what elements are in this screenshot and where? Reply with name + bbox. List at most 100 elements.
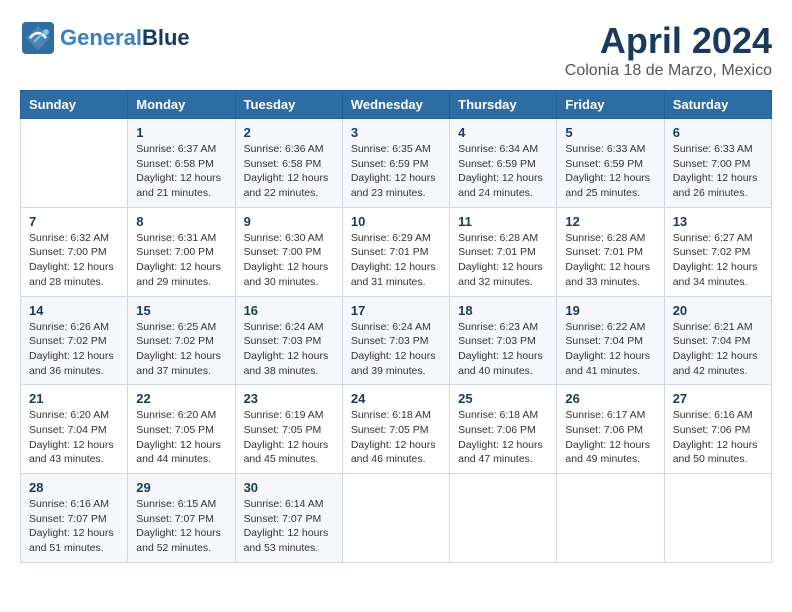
page-header: GeneralBlue April 2024 Colonia 18 de Mar… — [20, 20, 772, 80]
weekday-header-thursday: Thursday — [450, 91, 557, 119]
calendar-week-row: 7 Sunrise: 6:32 AM Sunset: 7:00 PM Daylig… — [21, 207, 772, 296]
day-number: 1 — [136, 125, 226, 140]
day-info: Sunrise: 6:18 AM Sunset: 7:06 PM Dayligh… — [458, 408, 548, 467]
calendar-cell: 28 Sunrise: 6:16 AM Sunset: 7:07 PM Dayli… — [21, 474, 128, 563]
calendar-cell: 14 Sunrise: 6:26 AM Sunset: 7:02 PM Dayli… — [21, 296, 128, 385]
day-info: Sunrise: 6:32 AM Sunset: 7:00 PM Dayligh… — [29, 231, 119, 290]
weekday-header-saturday: Saturday — [664, 91, 771, 119]
calendar-cell: 24Sunrise: 6:18 AM Sunset: 7:05 PM Dayli… — [342, 385, 449, 474]
calendar-cell: 21 Sunrise: 6:20 AM Sunset: 7:04 PM Dayli… — [21, 385, 128, 474]
day-info: Sunrise: 6:20 AM Sunset: 7:05 PM Dayligh… — [136, 408, 226, 467]
calendar-cell: 19 Sunrise: 6:22 AM Sunset: 7:04 PM Dayli… — [557, 296, 664, 385]
day-info: Sunrise: 6:33 AM Sunset: 7:00 PM Dayligh… — [673, 142, 763, 201]
day-info: Sunrise: 6:17 AM Sunset: 7:06 PM Dayligh… — [565, 408, 655, 467]
day-info: Sunrise: 6:24 AM Sunset: 7:03 PM Dayligh… — [244, 320, 334, 379]
day-info: Sunrise: 6:36 AM Sunset: 6:58 PM Dayligh… — [244, 142, 334, 201]
calendar-cell: 25 Sunrise: 6:18 AM Sunset: 7:06 PM Dayli… — [450, 385, 557, 474]
calendar-cell: 17Sunrise: 6:24 AM Sunset: 7:03 PM Dayli… — [342, 296, 449, 385]
calendar-cell: 9Sunrise: 6:30 AM Sunset: 7:00 PM Daylig… — [235, 207, 342, 296]
calendar-cell: 3Sunrise: 6:35 AM Sunset: 6:59 PM Daylig… — [342, 119, 449, 208]
calendar-cell: 12Sunrise: 6:28 AM Sunset: 7:01 PM Dayli… — [557, 207, 664, 296]
calendar-subtitle: Colonia 18 de Marzo, Mexico — [565, 62, 772, 80]
day-number: 5 — [565, 125, 655, 140]
day-number: 30 — [244, 480, 334, 495]
calendar-week-row: 14 Sunrise: 6:26 AM Sunset: 7:02 PM Dayli… — [21, 296, 772, 385]
weekday-header-friday: Friday — [557, 91, 664, 119]
day-number: 28 — [29, 480, 119, 495]
day-info: Sunrise: 6:31 AM Sunset: 7:00 PM Dayligh… — [136, 231, 226, 290]
day-info: Sunrise: 6:25 AM Sunset: 7:02 PM Dayligh… — [136, 320, 226, 379]
day-info: Sunrise: 6:30 AM Sunset: 7:00 PM Dayligh… — [244, 231, 334, 290]
calendar-week-row: 28 Sunrise: 6:16 AM Sunset: 7:07 PM Dayli… — [21, 474, 772, 563]
calendar-cell: 4 Sunrise: 6:34 AM Sunset: 6:59 PM Daylig… — [450, 119, 557, 208]
day-info: Sunrise: 6:14 AM Sunset: 7:07 PM Dayligh… — [244, 497, 334, 556]
day-info: Sunrise: 6:27 AM Sunset: 7:02 PM Dayligh… — [673, 231, 763, 290]
day-number: 24 — [351, 391, 441, 406]
calendar-title: April 2024 — [565, 20, 772, 62]
day-info: Sunrise: 6:24 AM Sunset: 7:03 PM Dayligh… — [351, 320, 441, 379]
day-number: 10 — [351, 214, 441, 229]
day-info: Sunrise: 6:23 AM Sunset: 7:03 PM Dayligh… — [458, 320, 548, 379]
day-number: 8 — [136, 214, 226, 229]
day-number: 3 — [351, 125, 441, 140]
day-info: Sunrise: 6:20 AM Sunset: 7:04 PM Dayligh… — [29, 408, 119, 467]
day-number: 27 — [673, 391, 763, 406]
calendar-cell — [21, 119, 128, 208]
calendar-title-area: April 2024 Colonia 18 de Marzo, Mexico — [565, 20, 772, 80]
day-info: Sunrise: 6:21 AM Sunset: 7:04 PM Dayligh… — [673, 320, 763, 379]
calendar-cell: 18 Sunrise: 6:23 AM Sunset: 7:03 PM Dayli… — [450, 296, 557, 385]
day-info: Sunrise: 6:28 AM Sunset: 7:01 PM Dayligh… — [458, 231, 548, 290]
day-info: Sunrise: 6:26 AM Sunset: 7:02 PM Dayligh… — [29, 320, 119, 379]
day-number: 26 — [565, 391, 655, 406]
day-info: Sunrise: 6:28 AM Sunset: 7:01 PM Dayligh… — [565, 231, 655, 290]
day-number: 29 — [136, 480, 226, 495]
calendar-cell: 22 Sunrise: 6:20 AM Sunset: 7:05 PM Dayli… — [128, 385, 235, 474]
day-info: Sunrise: 6:22 AM Sunset: 7:04 PM Dayligh… — [565, 320, 655, 379]
day-number: 2 — [244, 125, 334, 140]
weekday-header-wednesday: Wednesday — [342, 91, 449, 119]
calendar-cell: 16Sunrise: 6:24 AM Sunset: 7:03 PM Dayli… — [235, 296, 342, 385]
day-info: Sunrise: 6:29 AM Sunset: 7:01 PM Dayligh… — [351, 231, 441, 290]
day-number: 11 — [458, 214, 548, 229]
day-number: 18 — [458, 303, 548, 318]
day-number: 14 — [29, 303, 119, 318]
calendar-cell: 7 Sunrise: 6:32 AM Sunset: 7:00 PM Daylig… — [21, 207, 128, 296]
weekday-header-tuesday: Tuesday — [235, 91, 342, 119]
calendar-cell — [557, 474, 664, 563]
day-number: 19 — [565, 303, 655, 318]
calendar-cell: 26 Sunrise: 6:17 AM Sunset: 7:06 PM Dayli… — [557, 385, 664, 474]
logo-icon — [20, 20, 56, 56]
day-number: 20 — [673, 303, 763, 318]
weekday-header-row: SundayMondayTuesdayWednesdayThursdayFrid… — [21, 91, 772, 119]
calendar-cell: 15 Sunrise: 6:25 AM Sunset: 7:02 PM Dayli… — [128, 296, 235, 385]
calendar-cell — [664, 474, 771, 563]
weekday-header-monday: Monday — [128, 91, 235, 119]
logo: GeneralBlue — [20, 20, 190, 56]
calendar-cell: 29 Sunrise: 6:15 AM Sunset: 7:07 PM Dayli… — [128, 474, 235, 563]
day-number: 15 — [136, 303, 226, 318]
calendar-cell: 11 Sunrise: 6:28 AM Sunset: 7:01 PM Dayli… — [450, 207, 557, 296]
weekday-header-sunday: Sunday — [21, 91, 128, 119]
day-number: 23 — [244, 391, 334, 406]
day-info: Sunrise: 6:37 AM Sunset: 6:58 PM Dayligh… — [136, 142, 226, 201]
day-number: 21 — [29, 391, 119, 406]
calendar-cell: 20 Sunrise: 6:21 AM Sunset: 7:04 PM Dayli… — [664, 296, 771, 385]
calendar-cell: 30 Sunrise: 6:14 AM Sunset: 7:07 PM Dayli… — [235, 474, 342, 563]
day-info: Sunrise: 6:19 AM Sunset: 7:05 PM Dayligh… — [244, 408, 334, 467]
day-info: Sunrise: 6:34 AM Sunset: 6:59 PM Dayligh… — [458, 142, 548, 201]
calendar-week-row: 21 Sunrise: 6:20 AM Sunset: 7:04 PM Dayli… — [21, 385, 772, 474]
day-info: Sunrise: 6:15 AM Sunset: 7:07 PM Dayligh… — [136, 497, 226, 556]
calendar-cell: 13 Sunrise: 6:27 AM Sunset: 7:02 PM Dayli… — [664, 207, 771, 296]
day-number: 13 — [673, 214, 763, 229]
day-number: 4 — [458, 125, 548, 140]
calendar-cell: 1 Sunrise: 6:37 AM Sunset: 6:58 PM Daylig… — [128, 119, 235, 208]
day-info: Sunrise: 6:16 AM Sunset: 7:07 PM Dayligh… — [29, 497, 119, 556]
day-number: 22 — [136, 391, 226, 406]
day-info: Sunrise: 6:33 AM Sunset: 6:59 PM Dayligh… — [565, 142, 655, 201]
day-number: 7 — [29, 214, 119, 229]
day-number: 25 — [458, 391, 548, 406]
calendar-cell: 2 Sunrise: 6:36 AM Sunset: 6:58 PM Daylig… — [235, 119, 342, 208]
calendar-cell: 27Sunrise: 6:16 AM Sunset: 7:06 PM Dayli… — [664, 385, 771, 474]
calendar-week-row: 1 Sunrise: 6:37 AM Sunset: 6:58 PM Daylig… — [21, 119, 772, 208]
calendar-cell — [450, 474, 557, 563]
